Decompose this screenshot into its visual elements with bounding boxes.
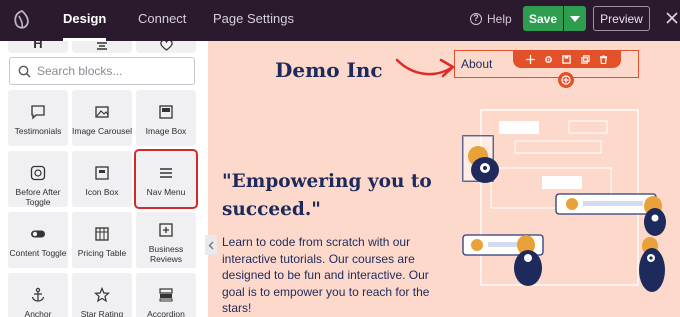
tab-design[interactable]: Design bbox=[63, 0, 107, 41]
tab-connect[interactable]: Connect bbox=[138, 0, 186, 41]
chevron-left-icon bbox=[208, 241, 214, 249]
plus-icon bbox=[561, 75, 571, 85]
top-bar: Design Connect Page Settings ? Help Save… bbox=[0, 0, 680, 41]
pricing-table-icon bbox=[95, 227, 109, 241]
block-heading-tile[interactable]: H bbox=[8, 41, 68, 53]
close-icon[interactable] bbox=[664, 9, 680, 27]
icon-box-icon bbox=[95, 166, 109, 180]
block-testimonials[interactable]: Testimonials bbox=[8, 90, 68, 146]
toggle-icon bbox=[31, 230, 45, 238]
star-icon bbox=[94, 287, 110, 303]
block-star-rating[interactable]: Star Rating bbox=[72, 273, 132, 317]
move-icon[interactable] bbox=[525, 54, 535, 64]
help-link[interactable]: ? Help bbox=[470, 12, 512, 26]
help-label: Help bbox=[487, 12, 512, 26]
chevron-down-icon bbox=[570, 15, 580, 22]
block-icon-box[interactable]: Icon Box bbox=[72, 151, 132, 207]
block-business-reviews[interactable]: Business Reviews bbox=[136, 212, 196, 268]
tab-page-settings[interactable]: Page Settings bbox=[213, 0, 294, 41]
seedprod-logo-icon[interactable] bbox=[10, 8, 34, 32]
block-toolbar bbox=[513, 50, 621, 68]
save-block-icon[interactable] bbox=[562, 54, 572, 64]
image-carousel-icon bbox=[95, 106, 109, 118]
nav-item-about[interactable]: About bbox=[461, 57, 492, 71]
block-accordion[interactable]: Accordion bbox=[136, 273, 196, 317]
reviews-icon bbox=[159, 223, 173, 237]
settings-gear-icon[interactable] bbox=[544, 55, 553, 64]
block-anchor[interactable]: Anchor bbox=[8, 273, 68, 317]
search-blocks-input[interactable]: Search blocks... bbox=[9, 57, 195, 85]
hero-paragraph[interactable]: Learn to code from scratch with our inte… bbox=[222, 234, 437, 317]
list-icon bbox=[97, 42, 107, 50]
block-image-carousel[interactable]: Image Carousel bbox=[72, 90, 132, 146]
image-box-icon bbox=[159, 105, 173, 119]
search-placeholder: Search blocks... bbox=[37, 64, 123, 78]
block-pricing-table[interactable]: Pricing Table bbox=[72, 212, 132, 268]
menu-icon bbox=[160, 168, 172, 178]
blocks-sidebar: H Search blocks... Testimonials Image Ca… bbox=[0, 41, 208, 317]
preview-button[interactable]: Preview bbox=[593, 6, 650, 31]
help-icon: ? bbox=[470, 13, 482, 25]
hero-illustration bbox=[462, 109, 666, 292]
heading-icon: H bbox=[33, 41, 43, 51]
search-icon bbox=[18, 65, 31, 78]
duplicate-icon[interactable] bbox=[581, 54, 590, 64]
before-after-icon bbox=[30, 165, 46, 181]
block-image-box[interactable]: Image Box bbox=[136, 90, 196, 146]
heart-icon bbox=[159, 41, 173, 51]
chat-bubble-icon bbox=[31, 105, 45, 120]
sidebar-collapse-handle[interactable] bbox=[205, 235, 217, 255]
hero-headline[interactable]: "Empowering you to succeed." bbox=[222, 168, 442, 224]
block-list-tile[interactable] bbox=[72, 41, 132, 53]
block-before-after-toggle[interactable]: Before After Toggle bbox=[8, 151, 68, 207]
anchor-icon bbox=[31, 287, 45, 302]
add-block-button[interactable] bbox=[558, 72, 574, 88]
block-nav-menu[interactable]: Nav Menu bbox=[134, 149, 198, 209]
save-button[interactable]: Save bbox=[523, 6, 563, 31]
delete-icon[interactable] bbox=[599, 54, 608, 64]
block-content-toggle[interactable]: Content Toggle bbox=[8, 212, 68, 268]
block-heart-tile[interactable] bbox=[136, 41, 196, 53]
accordion-icon bbox=[159, 288, 173, 302]
brand-name[interactable]: Demo Inc bbox=[275, 58, 383, 82]
save-options-dropdown[interactable] bbox=[564, 6, 586, 31]
